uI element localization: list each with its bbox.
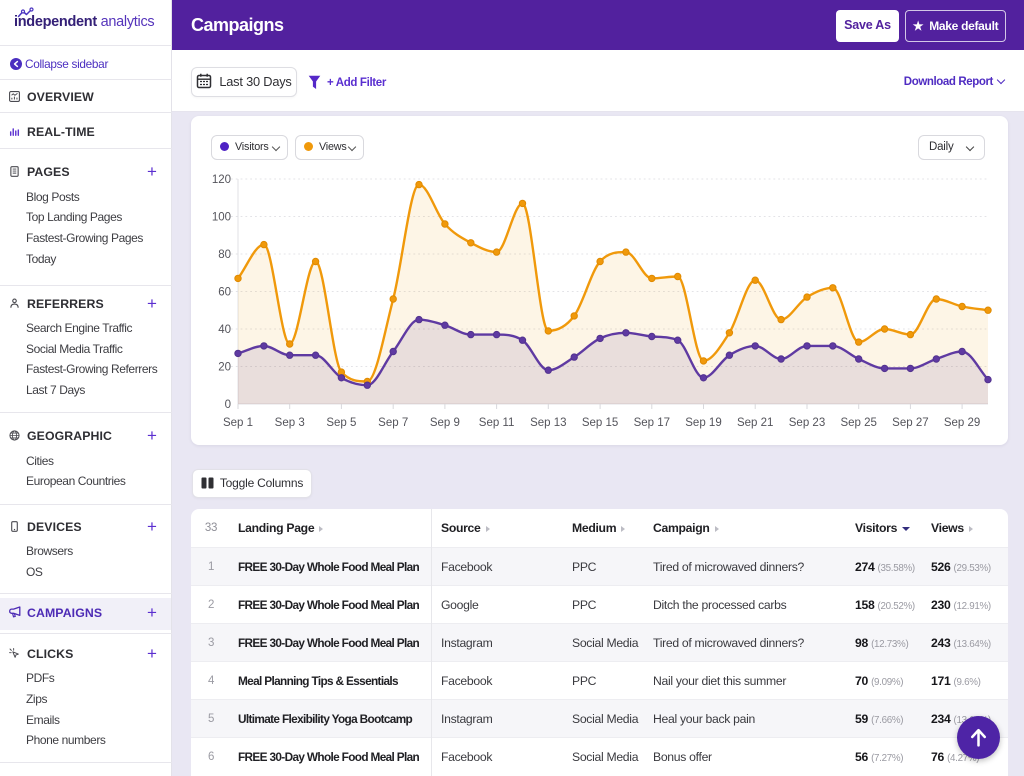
- svg-text:Sep 9: Sep 9: [430, 417, 460, 429]
- svg-text:Sep 23: Sep 23: [789, 417, 825, 429]
- svg-text:Sep 21: Sep 21: [737, 417, 773, 429]
- svg-text:40: 40: [218, 324, 231, 336]
- svg-text:Sep 19: Sep 19: [685, 417, 721, 429]
- svg-text:Sep 15: Sep 15: [582, 417, 618, 429]
- svg-text:Sep 27: Sep 27: [892, 417, 928, 429]
- svg-text:Sep 1: Sep 1: [223, 417, 253, 429]
- svg-text:Sep 29: Sep 29: [944, 417, 980, 429]
- svg-text:Sep 13: Sep 13: [530, 417, 566, 429]
- svg-text:20: 20: [218, 362, 231, 374]
- svg-text:Sep 25: Sep 25: [840, 417, 876, 429]
- svg-text:Sep 11: Sep 11: [479, 417, 515, 429]
- svg-text:Sep 5: Sep 5: [326, 417, 356, 429]
- svg-text:80: 80: [218, 249, 231, 261]
- svg-text:120: 120: [212, 174, 231, 186]
- svg-text:100: 100: [212, 212, 231, 224]
- svg-text:60: 60: [218, 287, 231, 299]
- svg-text:Sep 17: Sep 17: [634, 417, 670, 429]
- svg-text:0: 0: [225, 399, 231, 411]
- svg-text:Sep 3: Sep 3: [275, 417, 305, 429]
- svg-text:Sep 7: Sep 7: [378, 417, 408, 429]
